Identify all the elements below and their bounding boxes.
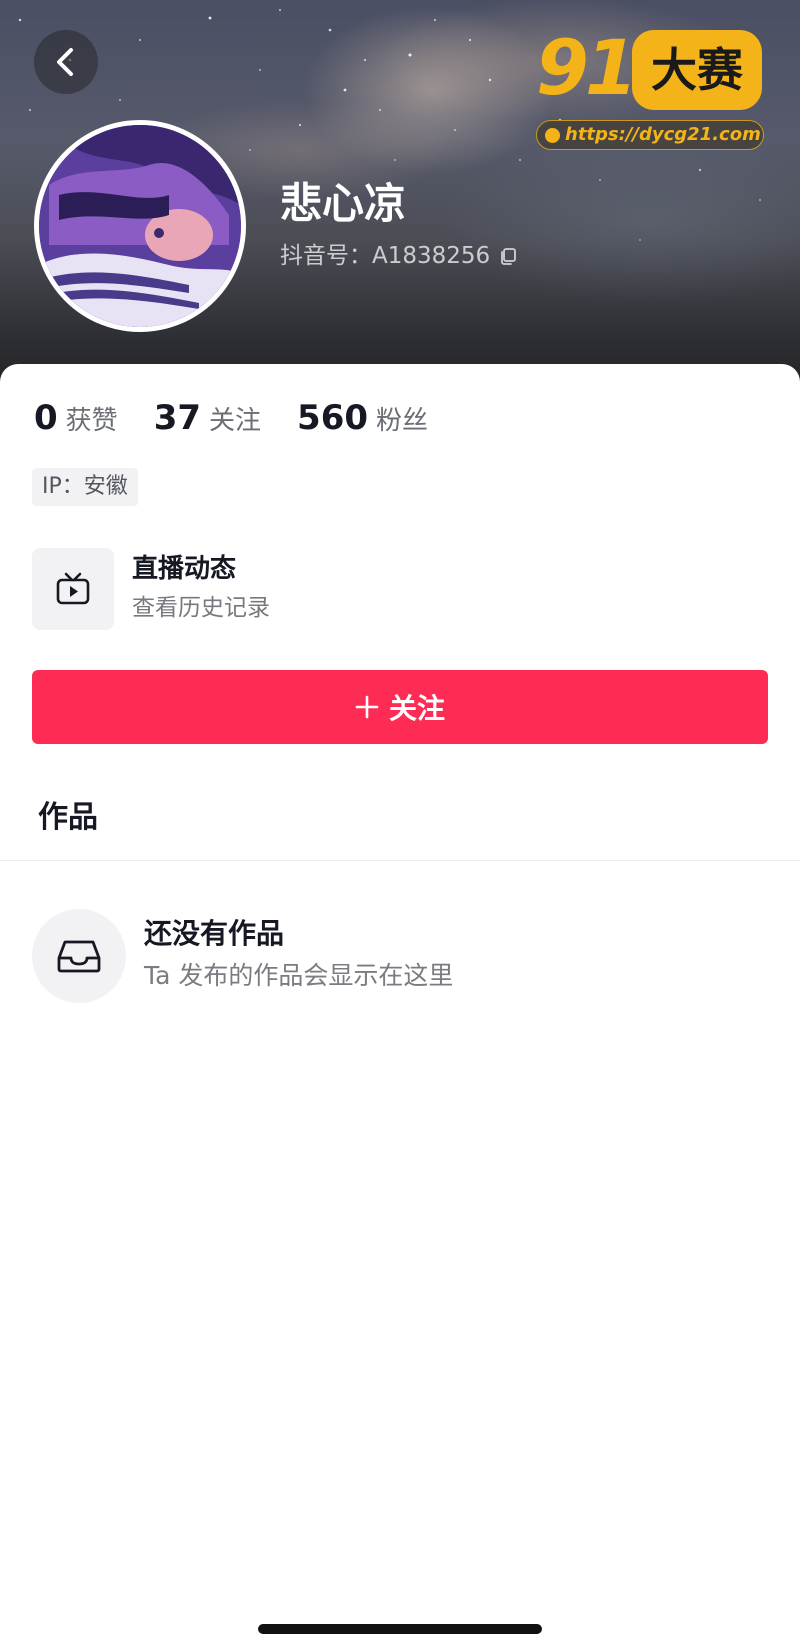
stat-following-value: 37 — [153, 398, 202, 438]
live-subtitle: 查看历史记录 — [132, 595, 270, 621]
stat-followers-label: 粉丝 — [376, 406, 429, 436]
copy-icon[interactable] — [498, 246, 518, 266]
plus-icon — [355, 695, 379, 719]
empty-title: 还没有作品 — [144, 917, 285, 950]
profile-page: 91 大赛 https://dycg21.com 悲心凉 抖音号：A183825… — [0, 0, 800, 1651]
watermark-logo: 91 大赛 https://dycg21.com — [536, 24, 768, 152]
profile-card: 0 获赞 37 关注 560 粉丝 IP：安徽 直播动态 查看历史记录 关注 作… — [0, 364, 800, 1651]
tv-play-icon — [56, 572, 90, 605]
watermark-url-text: https://dycg21.com — [565, 124, 761, 145]
tab-works[interactable]: 作品 — [38, 798, 98, 838]
live-icon-box — [32, 548, 114, 630]
inbox-tray-icon — [57, 940, 101, 973]
username: 悲心凉 — [280, 179, 407, 228]
stat-likes-label: 获赞 — [65, 406, 118, 436]
stat-followers-value: 560 — [297, 398, 369, 438]
globe-icon — [545, 128, 560, 143]
stat-likes[interactable]: 0 获赞 — [34, 398, 118, 438]
follow-button[interactable]: 关注 — [32, 670, 768, 744]
watermark-badge: 大赛 — [632, 30, 762, 110]
watermark-url: https://dycg21.com — [536, 120, 764, 150]
stats-row: 0 获赞 37 关注 560 粉丝 — [34, 398, 428, 442]
empty-subtitle: Ta 发布的作品会显示在这里 — [144, 961, 454, 990]
avatar-image — [39, 125, 241, 327]
avatar[interactable] — [34, 120, 246, 332]
stat-followers[interactable]: 560 粉丝 — [297, 398, 428, 438]
follow-button-label: 关注 — [388, 692, 445, 725]
back-button[interactable] — [34, 30, 98, 94]
live-history-entry[interactable]: 直播动态 查看历史记录 — [32, 548, 752, 630]
douyin-id[interactable]: 抖音号：A1838256 — [280, 240, 518, 272]
stat-likes-value: 0 — [34, 398, 58, 438]
live-title: 直播动态 — [132, 554, 237, 584]
home-indicator — [258, 1624, 542, 1634]
chevron-left-icon — [57, 48, 73, 76]
douyin-id-text: 抖音号：A1838256 — [280, 243, 491, 269]
ip-location-tag: IP：安徽 — [32, 468, 138, 506]
stat-following-label: 关注 — [209, 406, 262, 436]
stat-following[interactable]: 37 关注 — [154, 398, 261, 438]
empty-state: 还没有作品 Ta 发布的作品会显示在这里 — [32, 909, 752, 1005]
profile-banner: 91 大赛 https://dycg21.com 悲心凉 抖音号：A183825… — [0, 0, 800, 400]
watermark-number: 91 — [536, 23, 638, 112]
tab-divider — [0, 860, 800, 861]
empty-icon-box — [32, 909, 126, 1003]
